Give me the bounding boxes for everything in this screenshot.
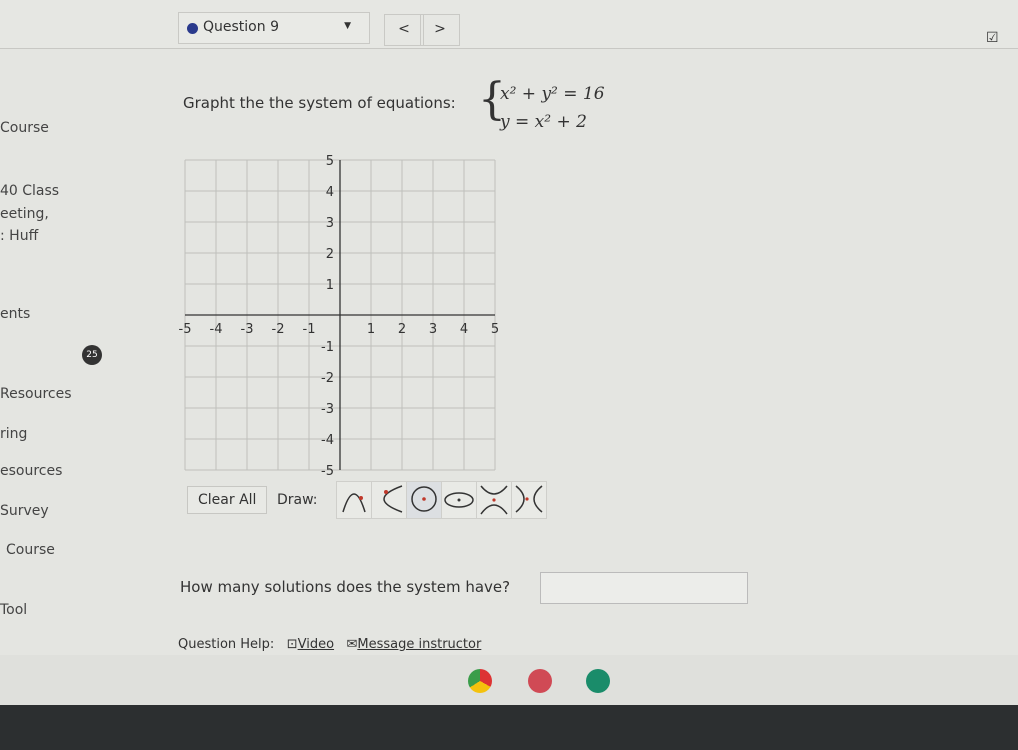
- question-prompt: Grapht the the system of equations:: [183, 94, 456, 112]
- question-header: [0, 0, 1018, 49]
- sidebar-item[interactable]: 40 Class: [0, 183, 59, 199]
- sidebar-item[interactable]: Course: [0, 120, 49, 136]
- y-tick-label: -4: [321, 433, 334, 448]
- draw-hyperbola-horizontal-button[interactable]: [511, 481, 547, 519]
- sidebar-item[interactable]: Tool: [0, 602, 27, 618]
- draw-circle-button[interactable]: [406, 481, 442, 519]
- sidebar-item[interactable]: ring: [0, 426, 27, 442]
- x-tick-label: 5: [491, 322, 499, 337]
- sidebar-item[interactable]: : Huff: [0, 228, 38, 244]
- x-tick-label: -5: [179, 322, 192, 337]
- parabola-horizontal-icon: [383, 485, 403, 513]
- x-tick-label: 2: [398, 322, 406, 337]
- app-icon[interactable]: [528, 669, 552, 693]
- sidebar-item[interactable]: eeting,: [0, 206, 49, 222]
- dock: [0, 655, 1018, 705]
- message-instructor-link[interactable]: Message instructor: [357, 637, 481, 652]
- parabola-vertical-icon: [342, 493, 366, 513]
- y-tick-label: 4: [326, 185, 334, 200]
- edit-icon[interactable]: ☑: [986, 30, 999, 46]
- x-tick-label: -4: [210, 322, 223, 337]
- ellipse-icon: [444, 492, 474, 508]
- x-tick-label: -1: [303, 322, 316, 337]
- draw-hyperbola-vertical-button[interactable]: [476, 481, 512, 519]
- question-select[interactable]: Question 9 ▼: [178, 12, 370, 44]
- solutions-input[interactable]: [540, 572, 748, 604]
- draw-label: Draw:: [277, 492, 318, 508]
- hyperbola-horizontal-icon: [515, 485, 543, 513]
- sidebar-item[interactable]: Course: [6, 542, 55, 558]
- classroom-icon[interactable]: [586, 669, 610, 693]
- video-icon: ⊡: [286, 637, 298, 652]
- y-tick-label: 1: [326, 278, 334, 293]
- y-tick-label: 5: [326, 154, 334, 169]
- prev-question-button[interactable]: <: [384, 14, 424, 46]
- sidebar-item[interactable]: esources: [0, 463, 62, 479]
- status-dot-icon: [187, 23, 198, 34]
- y-tick-label: -3: [321, 402, 334, 417]
- circle-icon: [411, 486, 437, 512]
- question-help: Question Help: ⊡Video ✉Message instructo…: [178, 637, 481, 652]
- draw-parabola-horizontal-button[interactable]: [371, 481, 407, 519]
- solutions-question: How many solutions does the system have?: [180, 578, 511, 596]
- y-tick-label: 2: [326, 247, 334, 262]
- equation-2: y = x² + 2: [500, 112, 587, 132]
- y-tick-label: -5: [321, 464, 334, 479]
- draw-parabola-vertical-button[interactable]: [336, 481, 372, 519]
- count-badge: 25: [82, 345, 102, 365]
- caret-down-icon: ▼: [344, 21, 351, 31]
- sidebar-item[interactable]: ents: [0, 306, 30, 322]
- sidebar-item[interactable]: Survey: [0, 503, 49, 519]
- help-label: Question Help:: [178, 637, 275, 652]
- x-tick-label: 3: [429, 322, 437, 337]
- sidebar-item[interactable]: Resources: [0, 386, 72, 402]
- next-question-button[interactable]: >: [420, 14, 460, 46]
- graph-canvas[interactable]: -5 -4 -3 -2 -1 1 2 3 4 5 5 4 3 2 1 -1 -2 -3 -4 -5: [170, 150, 510, 480]
- equation-1: x² + y² = 16: [500, 84, 605, 104]
- x-tick-label: 4: [460, 322, 468, 337]
- taskbar: [0, 705, 1018, 750]
- y-tick-label: 3: [326, 216, 334, 231]
- chrome-icon[interactable]: [468, 669, 492, 693]
- clear-all-button[interactable]: Clear All: [187, 486, 268, 514]
- x-tick-label: 1: [367, 322, 375, 337]
- y-tick-label: -1: [321, 340, 334, 355]
- y-tick-label: -2: [321, 371, 334, 386]
- x-tick-label: -3: [241, 322, 254, 337]
- draw-ellipse-button[interactable]: [441, 481, 477, 519]
- video-link[interactable]: Video: [298, 637, 334, 652]
- question-label: Question 9: [203, 19, 279, 35]
- hyperbola-vertical-icon: [480, 485, 508, 515]
- x-tick-label: -2: [272, 322, 285, 337]
- mail-icon: ✉: [346, 637, 358, 652]
